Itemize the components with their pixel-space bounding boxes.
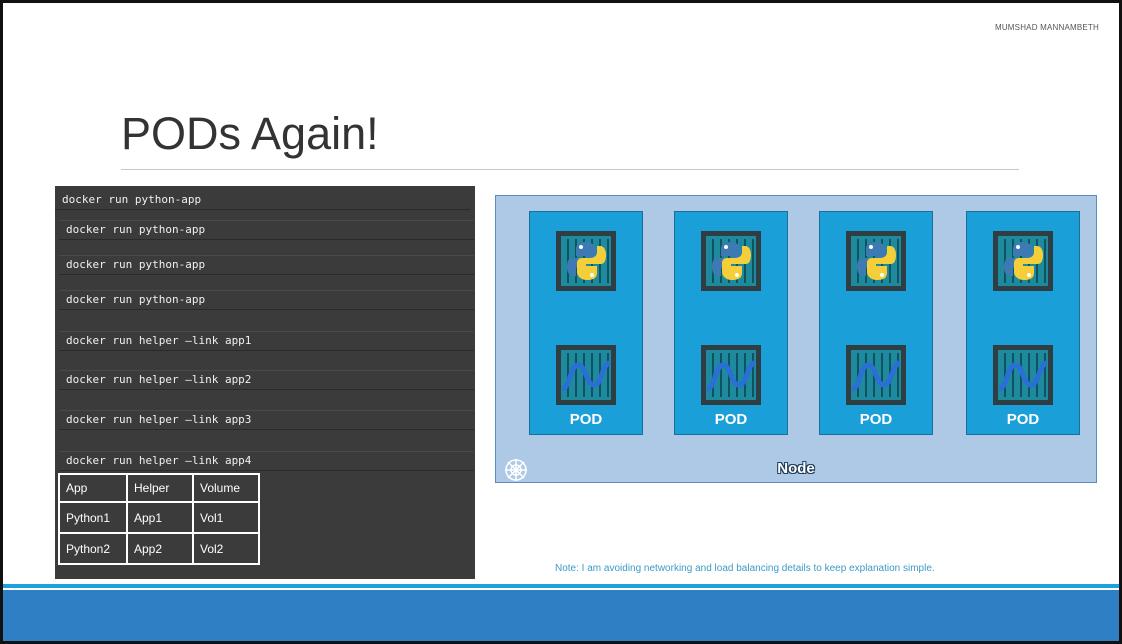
terminal-panel: docker run python-app docker run python-… [55, 186, 475, 579]
helper-container [993, 345, 1053, 405]
python-icon [706, 236, 756, 286]
command-line: docker run python-app [55, 190, 470, 210]
python-container [701, 231, 761, 291]
python-icon [561, 236, 611, 286]
table-header-cell: Volume [192, 473, 260, 503]
helper-wave-icon [561, 350, 611, 400]
author-name: MUMSHAD MANNAMBETH [994, 23, 1099, 32]
table-cell: App1 [126, 501, 194, 534]
table-row: Python1 App1 Vol1 [58, 501, 260, 534]
helper-wave-icon [998, 350, 1048, 400]
pod-label: POD [569, 411, 603, 428]
footnote: Note: I am avoiding networking and load … [555, 563, 935, 574]
table-cell: Python1 [58, 501, 128, 534]
table-cell: Python2 [58, 532, 128, 565]
pod: POD [529, 211, 643, 435]
pod: POD [674, 211, 788, 435]
table-cell: App2 [126, 532, 194, 565]
table-cell: Vol2 [192, 532, 260, 565]
python-icon [851, 236, 901, 286]
python-container [846, 231, 906, 291]
node-label: Node [777, 460, 815, 477]
python-container [556, 231, 616, 291]
helper-container [701, 345, 761, 405]
command-line: docker run helper –link app4 [59, 451, 474, 471]
helper-container [556, 345, 616, 405]
pod: POD [966, 211, 1080, 435]
helper-container [846, 345, 906, 405]
table-row: Python2 App2 Vol2 [58, 532, 260, 565]
table-header-cell: App [58, 473, 128, 503]
pod: POD [819, 211, 933, 435]
kubernetes-node: POD POD POD POD Node [495, 195, 1097, 483]
python-icon [998, 236, 1048, 286]
command-line: docker run python-app [59, 290, 474, 310]
mapping-table: App Helper Volume Python1 App1 Vol1 Pyth… [58, 473, 260, 565]
slide: MUMSHAD MANNAMBETH PODs Again! docker ru… [0, 0, 1122, 644]
python-container [993, 231, 1053, 291]
footer-accent-line [3, 584, 1119, 588]
title-divider [121, 169, 1019, 170]
command-line: docker run helper –link app2 [59, 370, 474, 390]
command-line: docker run helper –link app3 [59, 410, 474, 430]
footer-band [3, 590, 1119, 641]
slide-title: PODs Again! [121, 108, 379, 159]
command-line: docker run python-app [59, 220, 474, 240]
command-line: docker run python-app [59, 255, 474, 275]
table-header-row: App Helper Volume [58, 473, 260, 503]
table-cell: Vol1 [192, 501, 260, 534]
helper-wave-icon [706, 350, 756, 400]
pod-label: POD [859, 411, 893, 428]
command-line: docker run helper –link app1 [59, 331, 474, 351]
pod-label: POD [714, 411, 748, 428]
helper-wave-icon [851, 350, 901, 400]
pod-label: POD [1006, 411, 1040, 428]
table-header-cell: Helper [126, 473, 194, 503]
